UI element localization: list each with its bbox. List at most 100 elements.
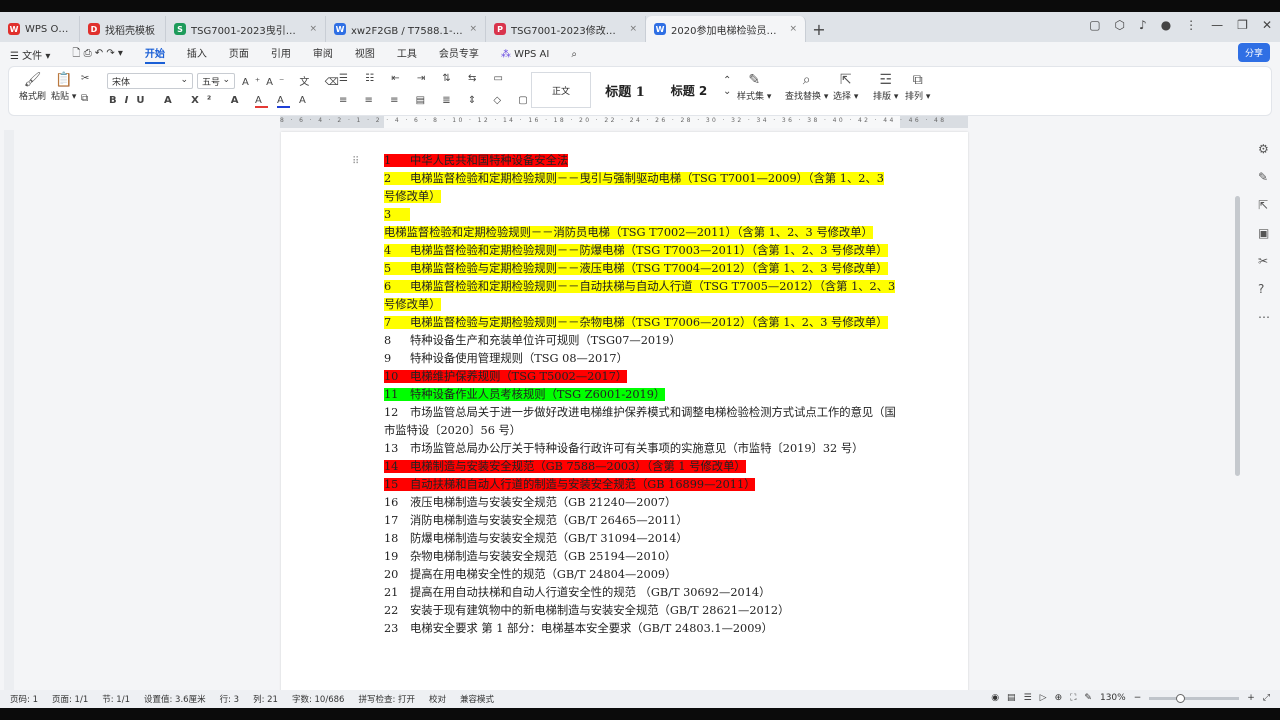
tab-close-icon[interactable]: ×: [469, 24, 477, 34]
list-item[interactable]: 12 市场监管总局关于进一步做好改进电梯维护保养模式和调整电梯检验检测方式试点工作…: [384, 404, 896, 440]
tab-close-icon[interactable]: ×: [309, 24, 317, 34]
list-item[interactable]: 19 杂物电梯制造与安装安全规范（GB 25194—2010）: [384, 548, 896, 566]
list-item[interactable]: 13 市场监管总局办公厅关于特种设备行政许可有关事项的实施意见（市监特〔2019〕…: [384, 440, 896, 458]
list-item[interactable]: 23 电梯安全要求 第 1 部分：电梯基本安全要求（GB/T 24803.1—20…: [384, 620, 896, 638]
list-item[interactable]: 22 安装于现有建筑物中的新电梯制造与安装安全规范（GB/T 28621—2012…: [384, 602, 896, 620]
status-spell[interactable]: 拼写检查: 打开: [358, 693, 415, 705]
status-page-num[interactable]: 页码: 1: [10, 693, 38, 705]
more-icon[interactable]: ⋯: [1258, 310, 1270, 324]
sliders-icon[interactable]: ⚙: [1258, 142, 1270, 156]
paragraph-align-tools[interactable]: ≡ ≡ ≡ ▤ ≣ ⇕ ◇ ▢: [339, 95, 535, 106]
close-icon[interactable]: ✕: [1262, 18, 1272, 32]
menu-item[interactable]: 插入: [187, 45, 207, 64]
horizontal-ruler[interactable]: 8 · 6 · 4 · 2 · 1 · 2 · 4 · 6 · 8 · 10 ·…: [280, 116, 968, 128]
quick-access-icons[interactable]: 🗋 ⎙ ↶ ↷ ▾: [72, 46, 123, 63]
status-compat[interactable]: 兼容模式: [460, 693, 494, 705]
read-icon[interactable]: ✎: [1084, 693, 1092, 703]
tab-1[interactable]: D 找稻壳模板: [80, 16, 166, 42]
tab-close-icon[interactable]: ×: [629, 24, 637, 34]
list-tools[interactable]: ☰ ☷ ⇤ ⇥ ⇅ ⇆ ▭: [339, 73, 510, 84]
maximize-icon[interactable]: ❐: [1237, 18, 1248, 32]
document-body[interactable]: 1 中华人民共和国特种设备安全法 2 电梯监督检验和定期检验规则－－曳引与强制驱动电梯…: [384, 152, 896, 638]
tools-icon[interactable]: ✂: [1258, 254, 1270, 268]
select-button[interactable]: ⇱ 选择 ▾: [833, 71, 858, 102]
font-color-tools[interactable]: A A A: [255, 95, 312, 108]
status-setting[interactable]: 设置值: 3.6厘米: [144, 693, 206, 705]
share-button[interactable]: 分享: [1237, 43, 1270, 62]
list-item[interactable]: 11 特种设备作业人员考核规则（TSG Z6001-2019）: [384, 386, 896, 404]
style-set-button[interactable]: ✎ 样式集 ▾: [737, 71, 771, 102]
status-section[interactable]: 节: 1/1: [102, 693, 130, 705]
zoom-value[interactable]: 130%: [1100, 693, 1126, 703]
wps-ai-button[interactable]: ⁂ WPS AI: [501, 49, 549, 60]
list-item[interactable]: 6 电梯监督检验和定期检验规则－－自动扶梯与自动人行道（TSG T7005—201…: [384, 278, 896, 314]
menu-item[interactable]: 引用: [271, 45, 291, 64]
list-item[interactable]: 5 电梯监督检验与定期检验规则－－液压电梯（TSG T7004—2012）（含第 …: [384, 260, 896, 278]
list-item[interactable]: 15 自动扶梯和自动人行道的制造与安装安全规范（GB 16899—2011）: [384, 476, 896, 494]
page-view-icon[interactable]: ▤: [1007, 693, 1016, 703]
list-item[interactable]: 14 电梯制造与安装安全规范（GB 7588—2003）（含第 1 号修改单）: [384, 458, 896, 476]
fullscreen-icon[interactable]: ⤢: [1263, 693, 1270, 703]
bell-icon[interactable]: ♪: [1139, 18, 1147, 32]
tab-4[interactable]: P TSG7001-2023修改后(OCR).pdf ×: [486, 16, 646, 42]
eye-icon[interactable]: ◉: [991, 693, 999, 703]
style-heading2[interactable]: 标题 2: [659, 72, 719, 108]
layout-button[interactable]: ☲ 排版 ▾: [873, 71, 898, 102]
style-normal[interactable]: 正文: [531, 72, 591, 108]
list-item[interactable]: 1 中华人民共和国特种设备安全法: [384, 152, 896, 170]
search-icon[interactable]: ⌕: [571, 49, 577, 60]
menu-item[interactable]: 会员专享: [439, 45, 479, 64]
font-name-select[interactable]: 宋体 ⌄: [107, 73, 193, 89]
play-icon[interactable]: ▷: [1040, 693, 1047, 703]
list-item[interactable]: 4 电梯监督检验和定期检验规则－－防爆电梯（TSG T7003—2011）（含第 …: [384, 242, 896, 260]
list-item[interactable]: 3 电梯监督检验和定期检验规则－－消防员电梯（TSG T7002—2011）（含第…: [384, 206, 896, 242]
tab-close-icon[interactable]: ×: [789, 24, 797, 34]
image-icon[interactable]: ▣: [1258, 226, 1270, 240]
status-col[interactable]: 列: 21: [253, 693, 278, 705]
help-icon[interactable]: ?: [1258, 282, 1270, 296]
tab-3[interactable]: Wxw2F2GB / T7588.1-2020 电梯制造... ×: [326, 16, 486, 42]
status-pages[interactable]: 页面: 1/1: [52, 693, 88, 705]
find-replace-button[interactable]: ⌕ 查找替换 ▾: [785, 71, 828, 102]
arrange-button[interactable]: ⧉ 排列 ▾: [905, 71, 930, 102]
outline-view-icon[interactable]: ☰: [1024, 693, 1032, 703]
tab-list-icon[interactable]: ▢: [1089, 18, 1100, 32]
new-tab-icon[interactable]: +: [806, 16, 832, 42]
zoom-slider-knob[interactable]: [1176, 693, 1186, 703]
cube-icon[interactable]: ⬡: [1115, 18, 1125, 32]
menu-item[interactable]: 开始: [144, 45, 165, 64]
copy-icon[interactable]: ⧉: [81, 93, 88, 104]
style-scroll-icon[interactable]: ⌃ ⌄: [723, 75, 731, 97]
list-item[interactable]: 20 提高在用电梯安全性的规范（GB/T 24804—2009）: [384, 566, 896, 584]
list-item[interactable]: 16 液压电梯制造与安装安全规范（GB 21240—2007）: [384, 494, 896, 512]
status-words[interactable]: 字数: 10/686: [292, 693, 344, 705]
document-page[interactable]: 1 中华人民共和国特种设备安全法 2 电梯监督检验和定期检验规则－－曳引与强制驱动电梯…: [281, 132, 968, 692]
list-item[interactable]: 9 特种设备使用管理规则（TSG 08—2017）: [384, 350, 896, 368]
list-item[interactable]: 18 防爆电梯制造与安装安全规范（GB/T 31094—2014）: [384, 530, 896, 548]
paste-button[interactable]: 📋 粘贴 ▾: [51, 71, 76, 102]
status-proof[interactable]: 校对: [429, 693, 446, 705]
pen-icon[interactable]: ✎: [1258, 170, 1270, 184]
text-format-tools[interactable]: BIU A X² A: [109, 95, 247, 106]
pointer-icon[interactable]: ⇱: [1258, 198, 1270, 212]
more-icon[interactable]: ⋮: [1185, 18, 1197, 32]
zoom-slider[interactable]: [1149, 693, 1240, 703]
style-heading1[interactable]: 标题 1: [595, 72, 655, 108]
fit-icon[interactable]: ⛶: [1070, 693, 1076, 703]
vertical-scrollbar[interactable]: [1235, 196, 1240, 476]
list-item[interactable]: 2 电梯监督检验和定期检验规则－－曳引与强制驱动电梯（TSG T7001—2009…: [384, 170, 896, 206]
vertical-ruler[interactable]: [4, 130, 14, 690]
list-item[interactable]: 8 特种设备生产和充装单位许可规则（TSG07—2019）: [384, 332, 896, 350]
list-item[interactable]: 21 提高在用自动扶梯和自动人行道安全性的规范 （GB/T 30692—2014）: [384, 584, 896, 602]
list-item[interactable]: 7 电梯监督检验与定期检验规则－－杂物电梯（TSG T7006—2012）（含第 …: [384, 314, 896, 332]
tab-0[interactable]: W WPS Office: [0, 16, 80, 42]
avatar[interactable]: ●: [1161, 18, 1171, 32]
web-view-icon[interactable]: ⊕: [1055, 693, 1063, 703]
list-item[interactable]: 17 消防电梯制造与安装安全规范（GB/T 26465—2011）: [384, 512, 896, 530]
menu-item[interactable]: 页面: [229, 45, 249, 64]
cut-icon[interactable]: ✂: [81, 73, 89, 84]
menu-item[interactable]: 视图: [355, 45, 375, 64]
format-painter-button[interactable]: 🖌 格式刷: [19, 71, 46, 102]
menu-item[interactable]: 审阅: [313, 45, 333, 64]
menu-item[interactable]: 工具: [397, 45, 417, 64]
